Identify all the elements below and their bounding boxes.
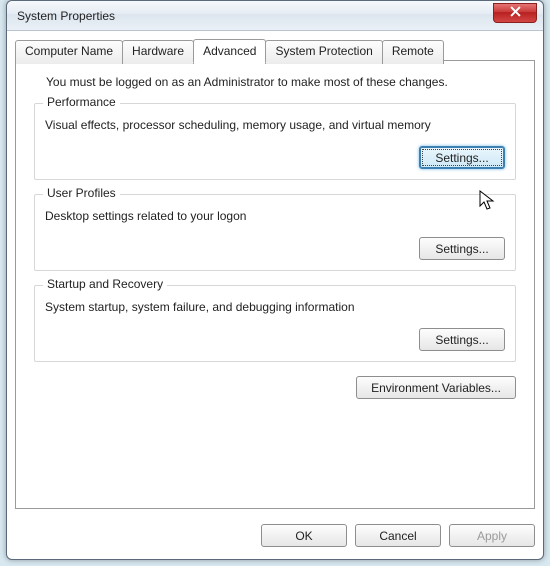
performance-group: Performance Visual effects, processor sc… (34, 103, 516, 180)
apply-button[interactable]: Apply (449, 524, 535, 547)
startup-recovery-group: Startup and Recovery System startup, sys… (34, 285, 516, 362)
client-area: Computer Name Hardware Advanced System P… (15, 39, 535, 551)
tab-hardware[interactable]: Hardware (122, 40, 194, 64)
advanced-panel: You must be logged on as an Administrato… (15, 60, 535, 509)
user-profiles-legend: User Profiles (43, 186, 120, 200)
performance-desc: Visual effects, processor scheduling, me… (45, 118, 505, 132)
titlebar[interactable]: System Properties (7, 1, 543, 31)
tab-system-protection[interactable]: System Protection (265, 40, 382, 64)
tab-advanced[interactable]: Advanced (193, 39, 266, 63)
user-profiles-desc: Desktop settings related to your logon (45, 209, 505, 223)
startup-recovery-desc: System startup, system failure, and debu… (45, 300, 505, 314)
startup-recovery-legend: Startup and Recovery (43, 277, 167, 291)
tabstrip: Computer Name Hardware Advanced System P… (15, 39, 535, 63)
startup-recovery-settings-button[interactable]: Settings... (419, 328, 505, 351)
close-icon (510, 6, 521, 20)
ok-button[interactable]: OK (261, 524, 347, 547)
performance-settings-button[interactable]: Settings... (419, 146, 505, 169)
close-button[interactable] (493, 3, 537, 23)
window-title: System Properties (17, 9, 115, 23)
tab-remote[interactable]: Remote (382, 40, 444, 64)
user-profiles-settings-button[interactable]: Settings... (419, 237, 505, 260)
tab-computer-name[interactable]: Computer Name (15, 40, 123, 64)
system-properties-window: System Properties Computer Name Hardware… (6, 0, 544, 560)
user-profiles-group: User Profiles Desktop settings related t… (34, 194, 516, 271)
cancel-button[interactable]: Cancel (355, 524, 441, 547)
dialog-button-row: OK Cancel Apply (261, 524, 535, 547)
environment-variables-button[interactable]: Environment Variables... (356, 376, 516, 399)
intro-text: You must be logged on as an Administrato… (46, 75, 516, 89)
performance-legend: Performance (43, 95, 120, 109)
